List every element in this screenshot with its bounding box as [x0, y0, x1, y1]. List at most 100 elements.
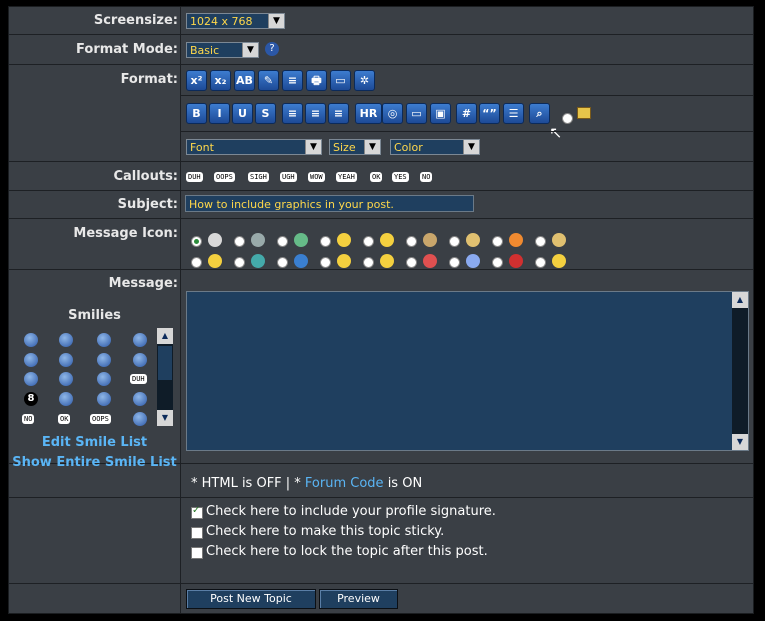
smiley-icon[interactable]	[97, 392, 111, 406]
message-icon-radio[interactable]	[363, 257, 374, 268]
attach-button[interactable]: ⌕	[529, 103, 550, 124]
label-message-icon: Message Icon:	[73, 226, 178, 241]
smiley-8-ball-icon[interactable]: 8	[24, 392, 38, 406]
callout-wow[interactable]: WOW	[308, 172, 325, 182]
font-select[interactable]: Font ▼	[186, 139, 322, 155]
format-mode-select[interactable]: Basic ▼	[186, 42, 259, 58]
smiley-icon[interactable]	[24, 333, 38, 347]
text-style-button[interactable]: AB	[234, 70, 255, 91]
image-icon[interactable]	[577, 107, 591, 119]
message-icon-radio[interactable]	[449, 257, 460, 268]
align-right-button[interactable]: ≡	[328, 103, 349, 124]
color-select[interactable]: Color ▼	[390, 139, 480, 155]
smiley-icon[interactable]	[97, 353, 111, 367]
message-icon-radio[interactable]	[320, 236, 331, 247]
smiley-icon[interactable]	[133, 333, 147, 347]
message-textarea[interactable]: ▲ ▼	[186, 291, 749, 451]
callout-yeah[interactable]: YEAH	[336, 172, 357, 182]
message-icon-radio[interactable]	[492, 236, 503, 247]
callout-yes[interactable]: YES	[392, 172, 409, 182]
bold-button[interactable]: B	[186, 103, 207, 124]
smiley-icon[interactable]	[59, 353, 73, 367]
message-icon-radio[interactable]	[449, 236, 460, 247]
smiley-no[interactable]: NO	[22, 414, 35, 424]
align-center-button[interactable]: ≡	[305, 103, 326, 124]
callout-no[interactable]: NO	[420, 172, 433, 182]
edit-smile-list-link[interactable]: Edit Smile List	[9, 435, 180, 450]
toolbar-radio[interactable]	[562, 113, 573, 124]
message-icon	[294, 254, 308, 268]
code-button[interactable]: #	[456, 103, 477, 124]
print-button[interactable]: 🖶	[306, 70, 327, 91]
message-icon-radio[interactable]	[406, 257, 417, 268]
smiley-icon[interactable]	[133, 412, 147, 426]
post-new-topic-button[interactable]: Post New Topic	[186, 589, 316, 609]
smiley-oops[interactable]: OOPS	[90, 414, 111, 424]
message-icon-radio[interactable]	[277, 257, 288, 268]
teletype-button[interactable]: ▭	[330, 70, 351, 91]
message-icon	[552, 254, 566, 268]
callout-oops[interactable]: OOPS	[214, 172, 235, 182]
message-icon-radio[interactable]	[320, 257, 331, 268]
underline-button[interactable]: U	[232, 103, 253, 124]
italic-button[interactable]: I	[209, 103, 230, 124]
smiley-icon[interactable]	[59, 333, 73, 347]
smiley-ok[interactable]: OK	[58, 414, 71, 424]
quote-button[interactable]: “”	[479, 103, 500, 124]
callout-sigh[interactable]: SIGH	[248, 172, 269, 182]
message-icon-radio[interactable]	[191, 236, 202, 247]
align-left-button[interactable]: ≡	[282, 103, 303, 124]
lock-checkbox[interactable]	[191, 547, 203, 559]
link-button[interactable]: ◎	[382, 103, 403, 124]
smiley-icon[interactable]	[59, 392, 73, 406]
smiley-icon[interactable]	[133, 392, 147, 406]
smiley-icon[interactable]	[97, 372, 111, 386]
smiley-duh[interactable]: DUH	[130, 374, 147, 384]
forum-code-link[interactable]: Forum Code	[305, 476, 384, 491]
smilies-scrollbar[interactable]: ▲ ▼	[157, 328, 173, 426]
scroll-down-icon[interactable]: ▼	[157, 410, 173, 426]
signature-checkbox[interactable]	[191, 505, 203, 519]
message-icon-radio[interactable]	[363, 236, 374, 247]
message-icon-radio[interactable]	[191, 257, 202, 268]
message-icon-radio[interactable]	[234, 257, 245, 268]
scroll-up-icon[interactable]: ▲	[157, 328, 173, 344]
subject-input[interactable]: How to include graphics in your post.	[185, 195, 474, 212]
spoiler-button[interactable]: ✲	[354, 70, 375, 91]
message-icon-radio[interactable]	[535, 236, 546, 247]
preview-button[interactable]: Preview	[319, 589, 398, 609]
callout-ok[interactable]: OK	[370, 172, 383, 182]
strikethrough-button[interactable]: S	[255, 103, 276, 124]
image-button[interactable]: ▣	[430, 103, 451, 124]
message-icon-radio[interactable]	[234, 236, 245, 247]
smiley-icon[interactable]	[24, 372, 38, 386]
superscript-button[interactable]: x²	[186, 70, 207, 91]
subscript-button[interactable]: x₂	[210, 70, 231, 91]
message-icon-radio[interactable]	[535, 257, 546, 268]
horizontal-rule-button[interactable]: HR	[355, 103, 382, 124]
scroll-down-icon[interactable]: ▼	[732, 434, 748, 450]
message-icon-radio[interactable]	[406, 236, 417, 247]
smiley-icon[interactable]	[24, 353, 38, 367]
smiley-icon[interactable]	[133, 353, 147, 367]
smiley-icon[interactable]	[97, 333, 111, 347]
message-icon	[380, 233, 394, 247]
scroll-thumb[interactable]	[158, 346, 172, 380]
screensize-select[interactable]: 1024 x 768 ▼	[186, 13, 285, 29]
align-justify-button[interactable]: ≡	[282, 70, 303, 91]
callout-duh[interactable]: DUH	[186, 172, 203, 182]
highlight-button[interactable]: ✎	[258, 70, 279, 91]
email-button[interactable]: ▭	[406, 103, 427, 124]
callout-ugh[interactable]: UGH	[280, 172, 297, 182]
show-entire-smile-list-link[interactable]: Show Entire Smile List	[9, 455, 180, 470]
smiley-icon[interactable]	[59, 372, 73, 386]
sticky-checkbox[interactable]	[191, 527, 203, 539]
size-select[interactable]: Size ▼	[329, 139, 381, 155]
row-subject: Subject: How to include graphics in your…	[9, 191, 753, 219]
list-button[interactable]: ☰	[503, 103, 524, 124]
help-icon[interactable]: ?	[265, 42, 279, 56]
message-icon-radio[interactable]	[492, 257, 503, 268]
message-scrollbar[interactable]: ▲ ▼	[732, 292, 748, 450]
message-icon-radio[interactable]	[277, 236, 288, 247]
scroll-up-icon[interactable]: ▲	[732, 292, 748, 308]
